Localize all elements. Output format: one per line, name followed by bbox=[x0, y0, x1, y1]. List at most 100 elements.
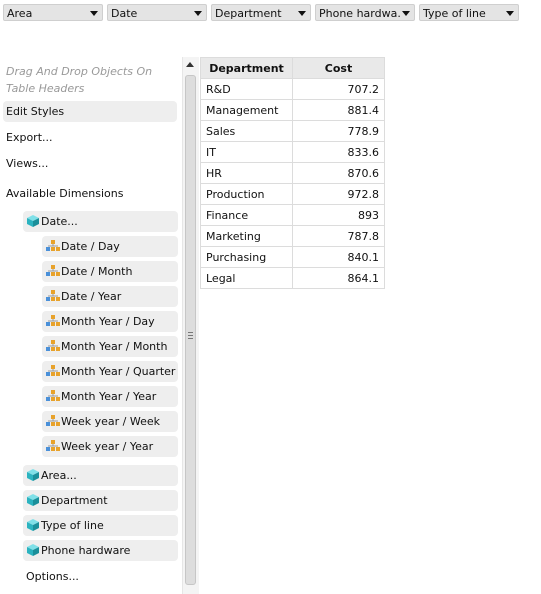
department-cell: Sales bbox=[200, 120, 293, 142]
menu-label: Views... bbox=[6, 157, 49, 170]
hierarchy-icon bbox=[46, 340, 60, 351]
table-row: Finance 893 bbox=[200, 204, 385, 226]
table-row: R&D 707.2 bbox=[200, 78, 385, 100]
available-dimensions-heading: Available Dimensions bbox=[6, 187, 124, 200]
cost-cell: 972.8 bbox=[292, 183, 385, 205]
cube-icon bbox=[27, 494, 39, 506]
date-hierarchy-item[interactable]: Date / Month bbox=[42, 261, 178, 282]
dimension-date[interactable]: Date... bbox=[23, 211, 178, 232]
side-panel: Drag And Drop Objects On Table Headers E… bbox=[0, 57, 182, 594]
hierarchy-icon bbox=[46, 415, 60, 426]
cost-cell: 787.8 bbox=[292, 225, 385, 247]
panel-scrollbar[interactable] bbox=[182, 57, 199, 594]
filter-phone-hardware-dropdown[interactable]: Phone hardwa... bbox=[315, 4, 415, 21]
dimension-label: Department bbox=[41, 494, 108, 507]
department-cell: IT bbox=[200, 141, 293, 163]
menu-label: Edit Styles bbox=[6, 105, 65, 118]
cost-cell: 870.6 bbox=[292, 162, 385, 184]
scroll-up-arrow-icon[interactable] bbox=[186, 62, 194, 67]
hierarchy-label: Month Year / Month bbox=[61, 340, 168, 353]
views-button[interactable]: Views... bbox=[3, 153, 177, 174]
department-cell: Legal bbox=[200, 267, 293, 289]
cost-cell: 881.4 bbox=[292, 99, 385, 121]
cost-cell: 778.9 bbox=[292, 120, 385, 142]
cost-cell: 707.2 bbox=[292, 78, 385, 100]
data-table: Department Cost R&D 707.2 Management 881.4 S… bbox=[200, 57, 385, 289]
table-row: Sales 778.9 bbox=[200, 120, 385, 142]
department-cell: Finance bbox=[200, 204, 293, 226]
cube-icon bbox=[27, 519, 39, 531]
filter-label: Phone hardwa... bbox=[319, 7, 401, 20]
dimension-label: Type of line bbox=[41, 519, 104, 532]
dimension-area[interactable]: Area... bbox=[23, 465, 178, 486]
chevron-down-icon bbox=[402, 11, 410, 16]
chevron-down-icon bbox=[298, 11, 306, 16]
export-button[interactable]: Export... bbox=[3, 127, 177, 148]
cost-cell: 893 bbox=[292, 204, 385, 226]
menu-label: Options... bbox=[26, 570, 79, 583]
hierarchy-icon bbox=[46, 365, 60, 376]
hierarchy-label: Date / Month bbox=[61, 265, 133, 278]
cube-icon bbox=[27, 544, 39, 556]
edit-styles-button[interactable]: Edit Styles bbox=[3, 101, 177, 122]
filter-type-of-line-dropdown[interactable]: Type of line bbox=[419, 4, 519, 21]
hierarchy-icon bbox=[46, 240, 60, 251]
date-hierarchy-item[interactable]: Month Year / Year bbox=[42, 386, 178, 407]
date-hierarchy-item[interactable]: Month Year / Quarter bbox=[42, 361, 178, 382]
department-cell: Production bbox=[200, 183, 293, 205]
filter-date-dropdown[interactable]: Date bbox=[107, 4, 207, 21]
date-hierarchy-item[interactable]: Week year / Year bbox=[42, 436, 178, 457]
date-hierarchy-item[interactable]: Date / Year bbox=[42, 286, 178, 307]
hierarchy-icon bbox=[46, 265, 60, 276]
date-hierarchy-item[interactable]: Date / Day bbox=[42, 236, 178, 257]
hierarchy-label: Week year / Week bbox=[61, 415, 161, 428]
department-cell: Management bbox=[200, 99, 293, 121]
table-row: Production 972.8 bbox=[200, 183, 385, 205]
department-cell: Marketing bbox=[200, 225, 293, 247]
table-row: Management 881.4 bbox=[200, 99, 385, 121]
hierarchy-icon bbox=[46, 290, 60, 301]
grip-icon bbox=[188, 332, 193, 339]
options-button[interactable]: Options... bbox=[23, 566, 178, 587]
filter-area-dropdown[interactable]: Area bbox=[3, 4, 103, 21]
column-header-department[interactable]: Department bbox=[200, 57, 293, 79]
department-cell: HR bbox=[200, 162, 293, 184]
dimension-label: Phone hardware bbox=[41, 544, 131, 557]
cube-icon bbox=[27, 215, 39, 227]
dimension-label: Date... bbox=[41, 215, 78, 228]
chevron-down-icon bbox=[506, 11, 514, 16]
table-row: Marketing 787.8 bbox=[200, 225, 385, 247]
filter-label: Type of line bbox=[423, 7, 486, 20]
filter-label: Department bbox=[215, 7, 282, 20]
hierarchy-icon bbox=[46, 440, 60, 451]
table-row: HR 870.6 bbox=[200, 162, 385, 184]
hierarchy-label: Week year / Year bbox=[61, 440, 154, 453]
date-hierarchy-item[interactable]: Week year / Week bbox=[42, 411, 178, 432]
department-cell: Purchasing bbox=[200, 246, 293, 268]
cube-icon bbox=[27, 469, 39, 481]
cost-cell: 833.6 bbox=[292, 141, 385, 163]
dimension-label: Area... bbox=[41, 469, 77, 482]
cost-cell: 840.1 bbox=[292, 246, 385, 268]
filter-department-dropdown[interactable]: Department bbox=[211, 4, 311, 21]
drag-drop-hint: Drag And Drop Objects On Table Headers bbox=[6, 65, 153, 95]
column-header-cost[interactable]: Cost bbox=[292, 57, 385, 79]
hierarchy-label: Date / Year bbox=[61, 290, 122, 303]
table-row: Purchasing 840.1 bbox=[200, 246, 385, 268]
hierarchy-label: Month Year / Year bbox=[61, 390, 157, 403]
dimension-department[interactable]: Department bbox=[23, 490, 178, 511]
date-hierarchy-item[interactable]: Month Year / Month bbox=[42, 336, 178, 357]
menu-label: Export... bbox=[6, 131, 53, 144]
date-hierarchy-item[interactable]: Month Year / Day bbox=[42, 311, 178, 332]
table-row: Legal 864.1 bbox=[200, 267, 385, 289]
filter-label: Date bbox=[111, 7, 138, 20]
chevron-down-icon bbox=[194, 11, 202, 16]
hierarchy-label: Date / Day bbox=[61, 240, 120, 253]
dimension-type-of-line[interactable]: Type of line bbox=[23, 515, 178, 536]
table-row: IT 833.6 bbox=[200, 141, 385, 163]
scrollbar-thumb[interactable] bbox=[185, 75, 196, 585]
dimension-phone-hardware[interactable]: Phone hardware bbox=[23, 540, 178, 561]
chevron-down-icon bbox=[90, 11, 98, 16]
department-cell: R&D bbox=[200, 78, 293, 100]
hierarchy-label: Month Year / Quarter bbox=[61, 365, 176, 378]
